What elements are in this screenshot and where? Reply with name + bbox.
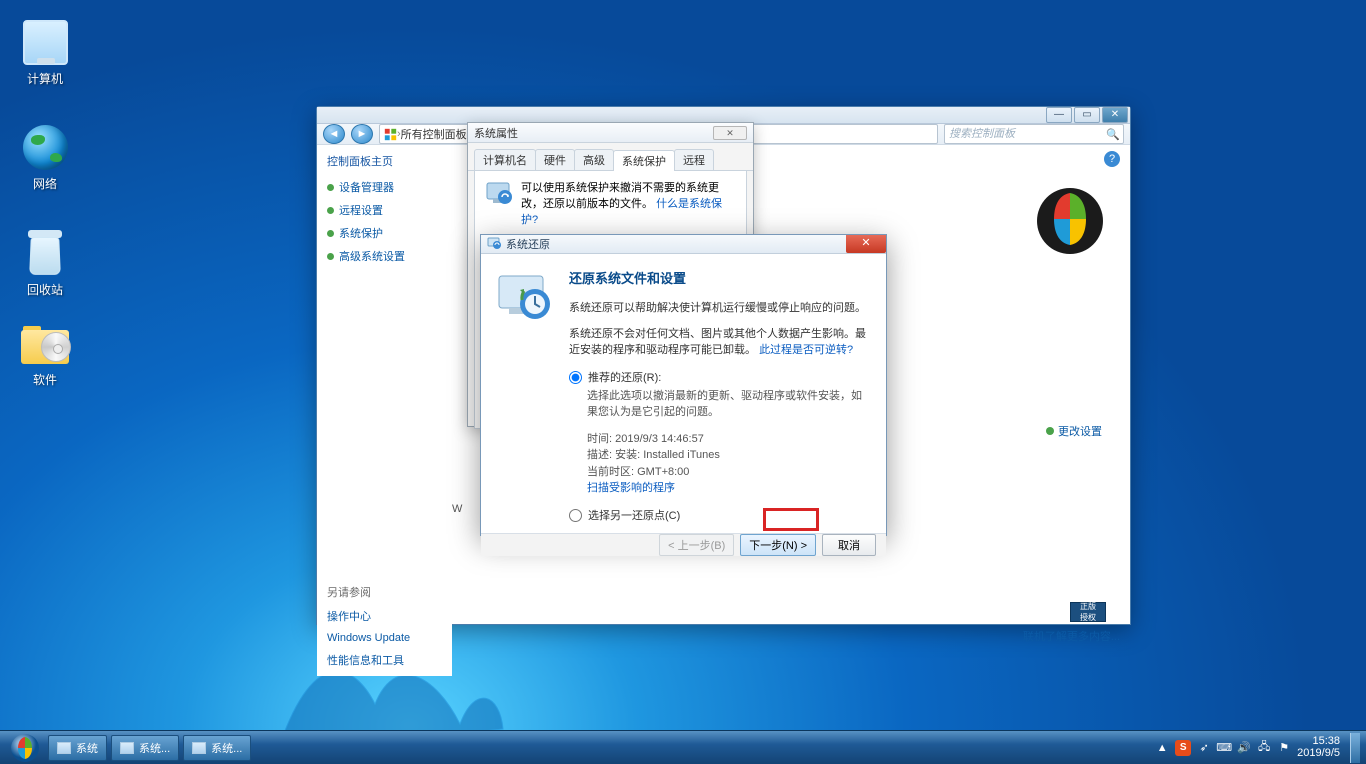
desktop-icon-label: 软件 <box>33 373 57 387</box>
sidebar-item-system-protection[interactable]: 系统保护 <box>327 225 442 241</box>
shield-badge-icon <box>327 230 334 237</box>
wizard-title: 系统还原 <box>506 236 550 252</box>
system-tray: ▲ S ➶ ⌨ 🔊 🖧 ⚑ 15:38 2019/9/5 <box>1155 733 1360 763</box>
radio-input[interactable] <box>569 371 582 384</box>
restore-point-description: 描述: 安装: Installed iTunes <box>587 447 872 464</box>
desktop-icon-recycle-bin[interactable]: 回收站 <box>5 230 85 298</box>
recommended-description: 选择此选项以撤消最新的更新、驱动程序或软件安装，如果您认为是它引起的问题。 <box>587 389 872 421</box>
recycle-bin-icon <box>25 230 65 276</box>
restore-icon <box>487 236 501 253</box>
restore-point-timezone: 当前时区: GMT+8:00 <box>587 464 872 481</box>
tab-system-protection[interactable]: 系统保护 <box>613 150 675 171</box>
stray-text: W <box>452 503 462 515</box>
desktop-icon-label: 网络 <box>33 177 57 191</box>
computer-icon <box>23 20 68 65</box>
control-panel-icon <box>384 128 397 141</box>
nav-forward-button[interactable]: ► <box>351 124 373 144</box>
sidebar-item-advanced-settings[interactable]: 高级系统设置 <box>327 248 442 264</box>
close-button[interactable]: ✕ <box>1102 107 1128 123</box>
sidebar-item-device-manager[interactable]: 设备管理器 <box>327 179 442 195</box>
back-button: < 上一步(B) <box>659 534 734 556</box>
radio-input[interactable] <box>569 509 582 522</box>
shield-badge-icon <box>327 207 334 214</box>
wizard-paragraph: 系统还原可以帮助解决使计算机运行缓慢或停止响应的问题。 <box>569 301 872 317</box>
help-icon[interactable]: ? <box>1104 151 1120 167</box>
search-input[interactable]: 搜索控制面板 🔍 <box>944 124 1124 144</box>
tab-remote[interactable]: 远程 <box>674 149 714 170</box>
desktop-icon-network[interactable]: 网络 <box>5 125 85 192</box>
tray-expand-icon[interactable]: ▲ <box>1155 741 1169 755</box>
system-protection-icon <box>485 179 513 207</box>
wizard-heading: 还原系统文件和设置 <box>569 268 872 287</box>
maximize-button[interactable]: ▭ <box>1074 107 1100 123</box>
taskbar: 系统 系统... 系统... ▲ S ➶ ⌨ 🔊 🖧 ⚑ 15:38 2019/… <box>0 730 1366 764</box>
wizard-footer: < 上一步(B) 下一步(N) > 取消 <box>481 533 886 556</box>
dialog-close-button[interactable]: ✕ <box>713 126 747 140</box>
desktop-icon-label: 计算机 <box>27 72 63 86</box>
sidebar-link-windows-update[interactable]: Windows Update <box>327 632 442 644</box>
window-thumb-icon <box>192 742 206 754</box>
restore-point-time: 时间: 2019/9/3 14:46:57 <box>587 431 872 448</box>
wizard-titlebar[interactable]: 系统还原 ✕ <box>481 235 886 254</box>
network-tray-icon[interactable]: 🖧 <box>1257 741 1271 755</box>
tab-computer-name[interactable]: 计算机名 <box>474 149 536 170</box>
wizard-paragraph: 系统还原不会对任何文档、图片或其他个人数据产生影响。最近安装的程序和驱动程序可能… <box>569 327 872 359</box>
sidebar-link-performance[interactable]: 性能信息和工具 <box>327 652 442 668</box>
system-properties-tabs: 计算机名 硬件 高级 系统保护 远程 <box>468 143 753 171</box>
taskbar-item[interactable]: 系统 <box>48 735 107 761</box>
ime-mode-icon[interactable]: ➶ <box>1197 741 1211 755</box>
shield-badge-icon <box>327 184 334 191</box>
taskbar-clock[interactable]: 15:38 2019/9/5 <box>1297 736 1340 759</box>
system-restore-wizard: 系统还原 ✕ 还原系统文件和设置 系统还原可以帮助解决使计算机运行缓慢或停止响应… <box>480 234 887 536</box>
window-thumb-icon <box>120 742 134 754</box>
sidebar-link-action-center[interactable]: 操作中心 <box>327 608 442 624</box>
start-button[interactable] <box>6 733 44 763</box>
change-settings-link[interactable]: 更改设置 <box>1046 423 1102 439</box>
sogou-ime-icon[interactable]: S <box>1175 740 1191 756</box>
genuine-badge: 正版 授权 <box>1070 602 1106 622</box>
minimize-button[interactable]: — <box>1046 107 1072 123</box>
scan-affected-programs-link[interactable]: 扫描受影响的程序 <box>587 482 675 494</box>
wizard-close-button[interactable]: ✕ <box>846 235 886 253</box>
search-icon: 🔍 <box>1106 128 1120 141</box>
desktop-icon-computer[interactable]: 计算机 <box>5 20 85 87</box>
sidebar-header: 控制面板主页 <box>327 153 442 169</box>
sidebar-item-remote-settings[interactable]: 远程设置 <box>327 202 442 218</box>
shield-badge-icon <box>327 253 334 260</box>
wizard-art <box>495 268 555 527</box>
dialog-titlebar[interactable]: 系统属性 ✕ <box>468 123 753 143</box>
reversible-link[interactable]: 此过程是否可逆转? <box>759 344 853 356</box>
desktop-icon-label: 回收站 <box>27 283 63 297</box>
nav-back-button[interactable]: ◄ <box>323 124 345 144</box>
windows-logo <box>1034 185 1106 257</box>
tab-hardware[interactable]: 硬件 <box>535 149 575 170</box>
window-thumb-icon <box>57 742 71 754</box>
keyboard-icon[interactable]: ⌨ <box>1217 741 1231 755</box>
cancel-button[interactable]: 取消 <box>822 534 876 556</box>
taskbar-item[interactable]: 系统... <box>111 735 179 761</box>
volume-icon[interactable]: 🔊 <box>1237 741 1251 755</box>
globe-icon <box>23 125 68 170</box>
folder-icon <box>21 326 69 366</box>
tab-advanced[interactable]: 高级 <box>574 149 614 170</box>
radio-recommended-restore[interactable]: 推荐的还原(R): <box>569 369 872 385</box>
shield-badge-icon <box>1046 427 1054 435</box>
learn-more-online-link[interactable]: 联机了解更多内容... <box>1023 628 1120 644</box>
show-desktop-button[interactable] <box>1350 733 1360 763</box>
action-center-tray-icon[interactable]: ⚑ <box>1277 741 1291 755</box>
taskbar-item[interactable]: 系统... <box>183 735 251 761</box>
sidebar-see-also: 另请参阅 <box>327 584 442 600</box>
radio-choose-another[interactable]: 选择另一还原点(C) <box>569 507 872 523</box>
control-panel-sidebar: 控制面板主页 设备管理器 远程设置 系统保护 高级系统设置 另请参阅 操作中心 … <box>317 145 452 676</box>
desktop-icon-software-folder[interactable]: 软件 <box>5 326 85 388</box>
dialog-title: 系统属性 <box>474 125 518 141</box>
next-button[interactable]: 下一步(N) > <box>740 534 816 556</box>
